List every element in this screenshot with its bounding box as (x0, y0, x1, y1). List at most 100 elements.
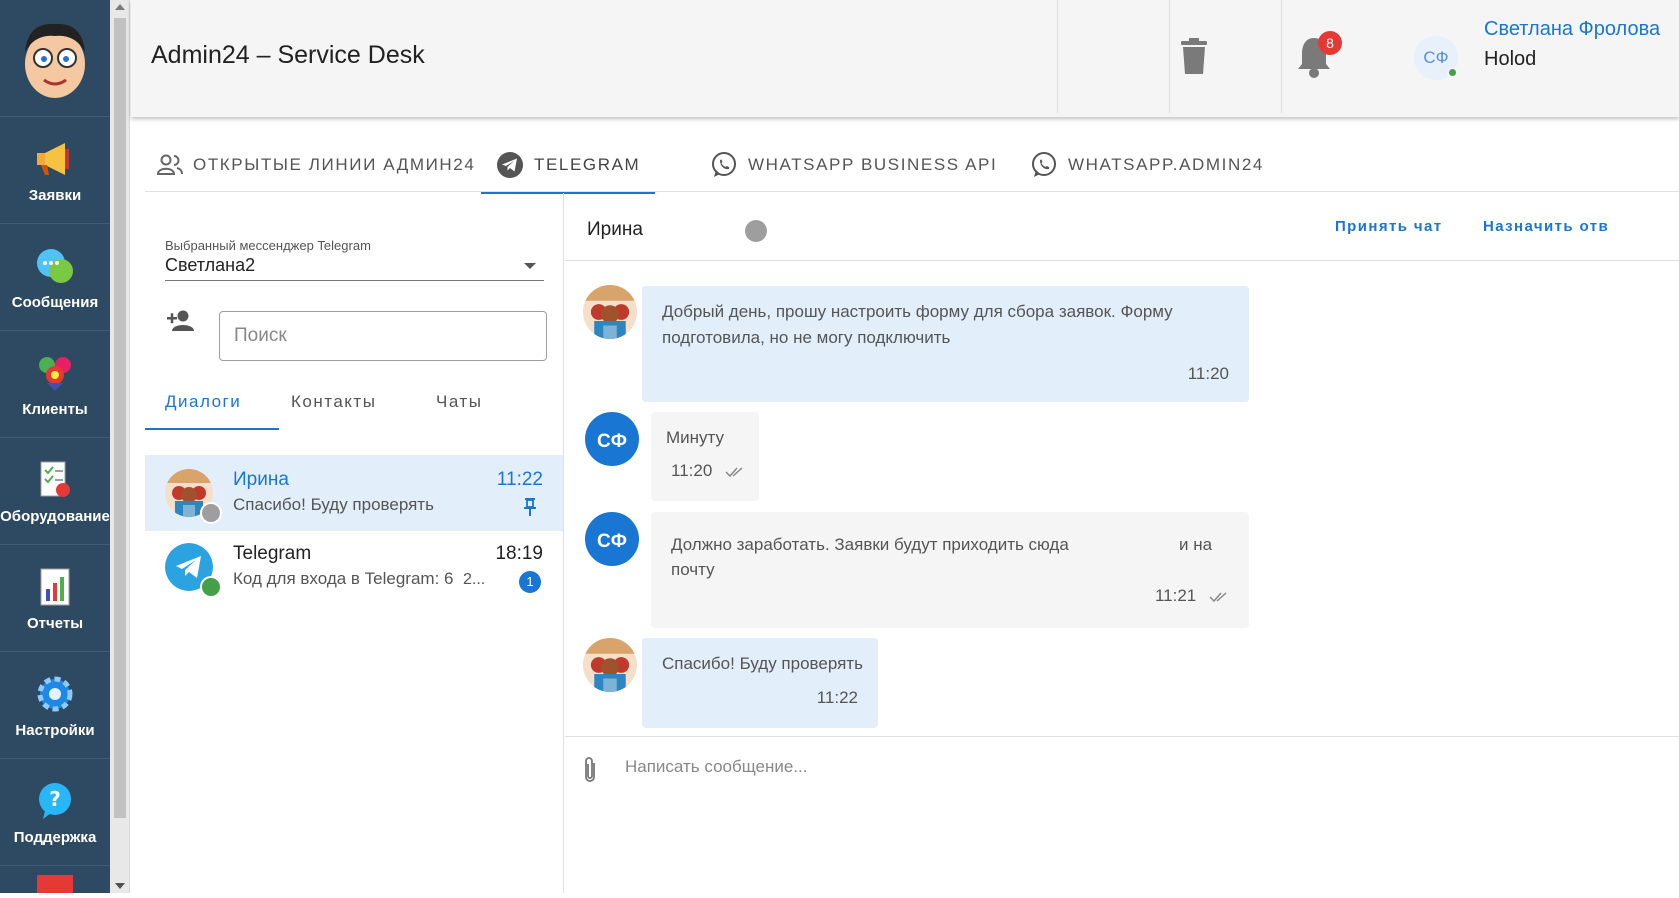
conversation-item[interactable]: Ирина Спасибо! Буду проверять 11:22 (145, 455, 563, 531)
page-scrollbar[interactable] (110, 0, 130, 893)
incoming-message: Добрый день, прошу настроить форму для с… (642, 286, 1249, 402)
conversation-last-message: Код для входа в Telegram: 6 (233, 569, 454, 588)
avatar-face-logo-icon (25, 23, 85, 98)
chat-header: Ирина Принять чат Назначить отв (565, 193, 1679, 261)
contact-status-dot (745, 220, 767, 242)
sidebar-item-reports[interactable]: Отчеты (0, 545, 110, 652)
scroll-up-arrow-icon[interactable] (115, 4, 125, 10)
scroll-down-arrow-icon[interactable] (115, 883, 125, 889)
subtab-contacts[interactable]: Контакты (291, 373, 376, 431)
sidebar-item-settings[interactable]: Настройки (0, 652, 110, 759)
notifications-bell-icon[interactable]: 8 (1294, 31, 1342, 78)
outgoing-message: Минуту 11:20 (651, 412, 759, 501)
operator-avatar: СФ (585, 512, 639, 566)
outgoing-message: Должно заработать. Заявки будут приходит… (651, 512, 1249, 628)
tab-open-lines[interactable]: Открытые линии Админ24 (157, 138, 475, 192)
online-status-dot (200, 576, 222, 598)
user-initials: СФ (1423, 48, 1449, 67)
trash-icon[interactable] (1179, 38, 1209, 74)
sidebar: Заявки Сообщения Клиенты Оборудование От… (0, 0, 110, 893)
message-text: Спасибо! Буду проверять (662, 654, 863, 673)
message-time-row: 11:21 (1155, 582, 1229, 609)
contact-avatar (583, 638, 637, 692)
channel-tabs: Открытые линии Админ24 Telegram WhatsApp… (145, 138, 1679, 194)
message-time-row: 11:20 (671, 457, 745, 484)
dialog-subtabs: Диалоги Контакты Чаты (145, 373, 564, 431)
accept-chat-button[interactable]: Принять чат (1335, 193, 1443, 261)
tab-whatsapp-admin24[interactable]: Whatsapp.admin24 (1030, 138, 1264, 192)
help-question-icon: ? (33, 779, 77, 823)
subtab-indicator (145, 428, 279, 430)
message-time: 11:22 (816, 688, 858, 707)
sidebar-item-equipment[interactable]: Оборудование (0, 438, 110, 545)
chat-contact-name: Ирина (587, 219, 643, 240)
incoming-message: Спасибо! Буду проверять 11:22 (642, 638, 878, 728)
messenger-select-label: Выбранный мессенджер Telegram (165, 238, 371, 253)
message-time: 11:20 (671, 461, 713, 480)
sidebar-item-requests[interactable]: Заявки (0, 117, 110, 224)
header-divider (1169, 0, 1170, 113)
message-text: Минуту (666, 428, 725, 447)
conversation-last-message: Спасибо! Буду проверять (233, 495, 434, 514)
conversation-time: 11:22 (496, 469, 543, 490)
report-chart-icon (33, 565, 77, 609)
user-name-link[interactable]: Светлана Фролова (1484, 18, 1660, 41)
sidebar-item-label: Заявки (28, 186, 82, 204)
top-header: Admin24 – Service Desk 8 СФ Светлана Фро… (131, 0, 1679, 117)
sidebar-item-clients[interactable]: Клиенты (0, 331, 110, 438)
online-status-dot (1447, 67, 1458, 78)
svg-text:?: ? (49, 787, 61, 811)
message-composer (565, 736, 1679, 893)
clients-icon (33, 351, 77, 395)
dialogs-panel: Выбранный мессенджер Telegram Светлана2 … (145, 193, 564, 893)
message-input[interactable] (625, 751, 1625, 783)
search-input[interactable] (219, 311, 547, 361)
subtab-dialogs[interactable]: Диалоги (165, 373, 241, 431)
contact-avatar (583, 285, 637, 339)
unread-badge: 1 (519, 571, 541, 593)
sidebar-item-support[interactable]: ? Поддержка (0, 759, 110, 866)
assign-responsible-button[interactable]: Назначить отв (1483, 193, 1609, 261)
messenger-select[interactable]: Светлана2 (165, 255, 544, 281)
conversation-name: Ирина (233, 469, 289, 490)
sidebar-item-label: Сообщения (11, 293, 99, 311)
paperclip-icon[interactable] (581, 755, 599, 790)
sidebar-item-label: Поддержка (13, 828, 97, 846)
conversation-item[interactable]: Telegram Код для входа в Telegram: 6 2..… (145, 529, 563, 605)
tab-telegram[interactable]: Telegram (480, 138, 656, 194)
tab-label: Telegram (534, 155, 641, 174)
tab-label: WhatsApp Business API (748, 155, 998, 174)
chat-panel: Ирина Принять чат Назначить отв Добрый д… (565, 193, 1679, 893)
pin-icon[interactable] (523, 497, 537, 522)
gear-icon (33, 672, 77, 716)
user-avatar[interactable]: СФ (1414, 36, 1458, 80)
message-time: 11:20 (1187, 364, 1229, 383)
equipment-checklist-icon (33, 458, 77, 502)
double-check-icon (725, 466, 743, 477)
message-text: подготовила, но не могу подключить (662, 328, 951, 347)
sidebar-item-label: Отчеты (26, 614, 84, 632)
conversation-name: Telegram (233, 543, 312, 564)
user-organization: Holod (1484, 48, 1537, 70)
page-title: Admin24 – Service Desk (151, 41, 425, 69)
operator-avatar: СФ (585, 412, 639, 466)
tab-label: Открытые линии Админ24 (193, 155, 476, 174)
add-contact-icon[interactable] (165, 305, 197, 337)
message-text: Добрый день, прошу настроить форму для с… (662, 302, 1173, 321)
whatsapp-icon (1032, 152, 1056, 177)
message-text: и на (1179, 535, 1213, 554)
header-divider (1281, 0, 1282, 113)
app-logo[interactable] (0, 0, 110, 117)
sidebar-item-label: Клиенты (22, 400, 88, 418)
telegram-icon (497, 152, 523, 178)
sidebar-item-messages[interactable]: Сообщения (0, 224, 110, 331)
conversation-ellipsis: 2... (463, 571, 486, 588)
whatsapp-icon (712, 152, 736, 177)
offline-status-dot (200, 502, 222, 524)
chevron-down-icon (524, 263, 536, 269)
tab-whatsapp-business-api[interactable]: WhatsApp Business API (710, 138, 997, 192)
scrollbar-thumb[interactable] (114, 18, 126, 818)
subtab-chats[interactable]: Чаты (436, 373, 482, 431)
notifications-badge: 8 (1318, 31, 1342, 55)
conversation-time: 18:19 (495, 543, 543, 564)
